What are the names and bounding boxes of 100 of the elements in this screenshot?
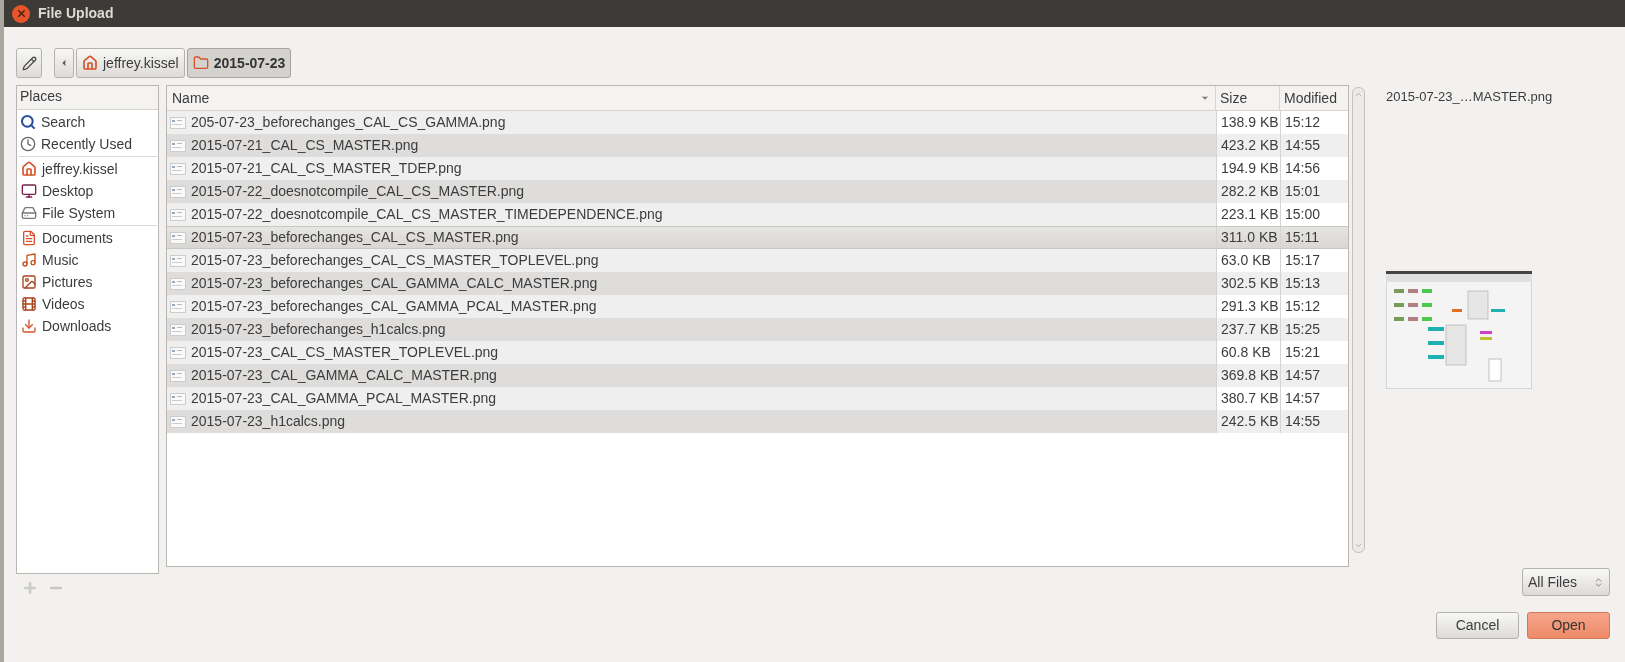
file-size: 302.5 KB <box>1221 274 1279 293</box>
file-size: 60.8 KB <box>1221 343 1271 362</box>
image-file-icon <box>170 346 186 359</box>
file-modified: 15:00 <box>1285 205 1321 224</box>
path-button[interactable]: 2015-07-23 <box>186 48 292 78</box>
file-modified: 14:55 <box>1285 136 1321 155</box>
image-file-icon <box>170 162 186 175</box>
updown-icon <box>1593 576 1604 588</box>
file-modified: 15:12 <box>1285 113 1321 132</box>
file-name: 2015-07-23_CAL_CS_MASTER_TOPLEVEL.png <box>191 343 499 362</box>
file-name: 2015-07-23_h1calcs.png <box>191 412 346 431</box>
file-modified: 14:55 <box>1285 412 1321 431</box>
file-name: 2015-07-23_beforechanges_CAL_GAMMA_PCAL_MASTER.png <box>191 297 597 316</box>
file-modified: 15:12 <box>1285 297 1321 316</box>
file-modified: 15:21 <box>1285 343 1321 362</box>
image-file-icon <box>170 254 186 267</box>
pencil-icon <box>21 55 37 71</box>
path-button[interactable]: jeffrey.kissel <box>76 48 185 78</box>
column-header[interactable]: Size <box>1216 86 1280 110</box>
file-modified: 15:13 <box>1285 274 1321 293</box>
file-name: 205-07-23_beforechanges_CAL_CS_GAMMA.png <box>191 113 506 132</box>
place-item[interactable]: Desktop <box>18 180 157 202</box>
file-name: 2015-07-23_beforechanges_CAL_CS_MASTER.png <box>191 228 519 247</box>
window-title: File Upload <box>38 4 114 23</box>
scroll-down-icon <box>1354 541 1363 550</box>
file-name: 2015-07-23_CAL_GAMMA_CALC_MASTER.png <box>191 366 497 385</box>
image-file-icon <box>170 415 186 428</box>
close-button[interactable] <box>12 4 30 23</box>
file-name: 2015-07-22_doesnotcompile_CAL_CS_MASTER.png <box>191 182 525 201</box>
file-type-dropdown[interactable]: All Files <box>1522 568 1610 596</box>
open-button[interactable]: Open <box>1527 612 1610 639</box>
file-size: 237.7 KB <box>1221 320 1279 339</box>
image-file-icon <box>170 369 186 382</box>
file-size: 242.5 KB <box>1221 412 1279 431</box>
file-name: 2015-07-21_CAL_CS_MASTER_TDEP.png <box>191 159 462 178</box>
edit-location-button[interactable] <box>16 48 42 78</box>
file-name: 2015-07-22_doesnotcompile_CAL_CS_MASTER_TIMEDEPENDENCE.png <box>191 205 663 224</box>
folder-icon <box>192 55 209 71</box>
place-item[interactable]: Search <box>17 111 158 133</box>
file-size: 369.8 KB <box>1221 366 1279 385</box>
file-size: 311.0 KB <box>1221 228 1278 247</box>
file-name: 2015-07-21_CAL_CS_MASTER.png <box>191 136 419 155</box>
clock-icon <box>20 136 36 152</box>
music-icon <box>21 252 37 268</box>
close-icon <box>15 8 27 19</box>
scrollbar[interactable] <box>1352 87 1365 553</box>
column-header[interactable]: Name <box>167 86 1216 110</box>
column-header[interactable]: Modified <box>1280 86 1348 110</box>
column-header[interactable]: Places <box>17 86 158 110</box>
image-file-icon <box>170 185 186 198</box>
file-modified: 15:01 <box>1285 182 1321 201</box>
search-icon <box>20 114 36 130</box>
document-icon <box>21 230 37 246</box>
image-file-icon <box>170 116 186 129</box>
place-item[interactable]: Documents <box>18 227 157 249</box>
file-modified: 14:57 <box>1285 389 1321 408</box>
file-size: 291.3 KB <box>1221 297 1279 316</box>
place-item[interactable]: File System <box>18 202 157 224</box>
place-item[interactable]: jeffrey.kissel <box>18 158 157 180</box>
file-size: 380.7 KB <box>1221 389 1279 408</box>
image-file-icon <box>170 139 186 152</box>
file-modified: 15:25 <box>1285 320 1321 339</box>
add-bookmark-button[interactable] <box>22 580 38 596</box>
file-size: 194.9 KB <box>1221 159 1279 178</box>
image-file-icon <box>170 323 186 336</box>
place-item[interactable]: Downloads <box>18 315 157 337</box>
place-item[interactable]: Recently Used <box>17 133 158 155</box>
scroll-up-icon <box>1354 90 1363 99</box>
image-icon <box>21 274 37 290</box>
file-modified: 14:56 <box>1285 159 1321 178</box>
file-name: 2015-07-23_beforechanges_CAL_GAMMA_CALC_MASTER.png <box>191 274 598 293</box>
home-icon <box>82 55 98 71</box>
sort-icon <box>1200 93 1210 103</box>
preview-filename: 2015-07-23_…MASTER.png <box>1386 88 1554 106</box>
file-name: 2015-07-23_CAL_GAMMA_PCAL_MASTER.png <box>191 389 497 408</box>
file-size: 138.9 KB <box>1221 113 1279 132</box>
home-icon <box>21 161 37 177</box>
caret-icon <box>59 58 69 68</box>
file-size: 223.1 KB <box>1221 205 1279 224</box>
image-file-icon <box>170 277 186 290</box>
file-size: 63.0 KB <box>1221 251 1271 270</box>
film-icon <box>21 296 37 312</box>
plus-icon <box>22 580 38 596</box>
file-name: 2015-07-23_beforechanges_CAL_CS_MASTER_TOPLEVEL.png <box>191 251 599 270</box>
drive-icon <box>21 205 37 221</box>
image-file-icon <box>170 231 186 244</box>
download-icon <box>21 318 37 334</box>
place-item[interactable]: Videos <box>18 293 157 315</box>
file-modified: 15:17 <box>1285 251 1321 270</box>
place-item[interactable]: Pictures <box>18 271 157 293</box>
back-button[interactable] <box>54 48 74 78</box>
file-size: 282.2 KB <box>1221 182 1279 201</box>
file-modified: 15:11 <box>1285 228 1319 247</box>
file-modified: 14:57 <box>1285 366 1321 385</box>
desktop-icon <box>21 183 37 199</box>
cancel-button[interactable]: Cancel <box>1436 612 1519 639</box>
file-size: 423.2 KB <box>1221 136 1279 155</box>
image-file-icon <box>170 300 186 313</box>
place-item[interactable]: Music <box>18 249 157 271</box>
image-file-icon <box>170 208 186 221</box>
